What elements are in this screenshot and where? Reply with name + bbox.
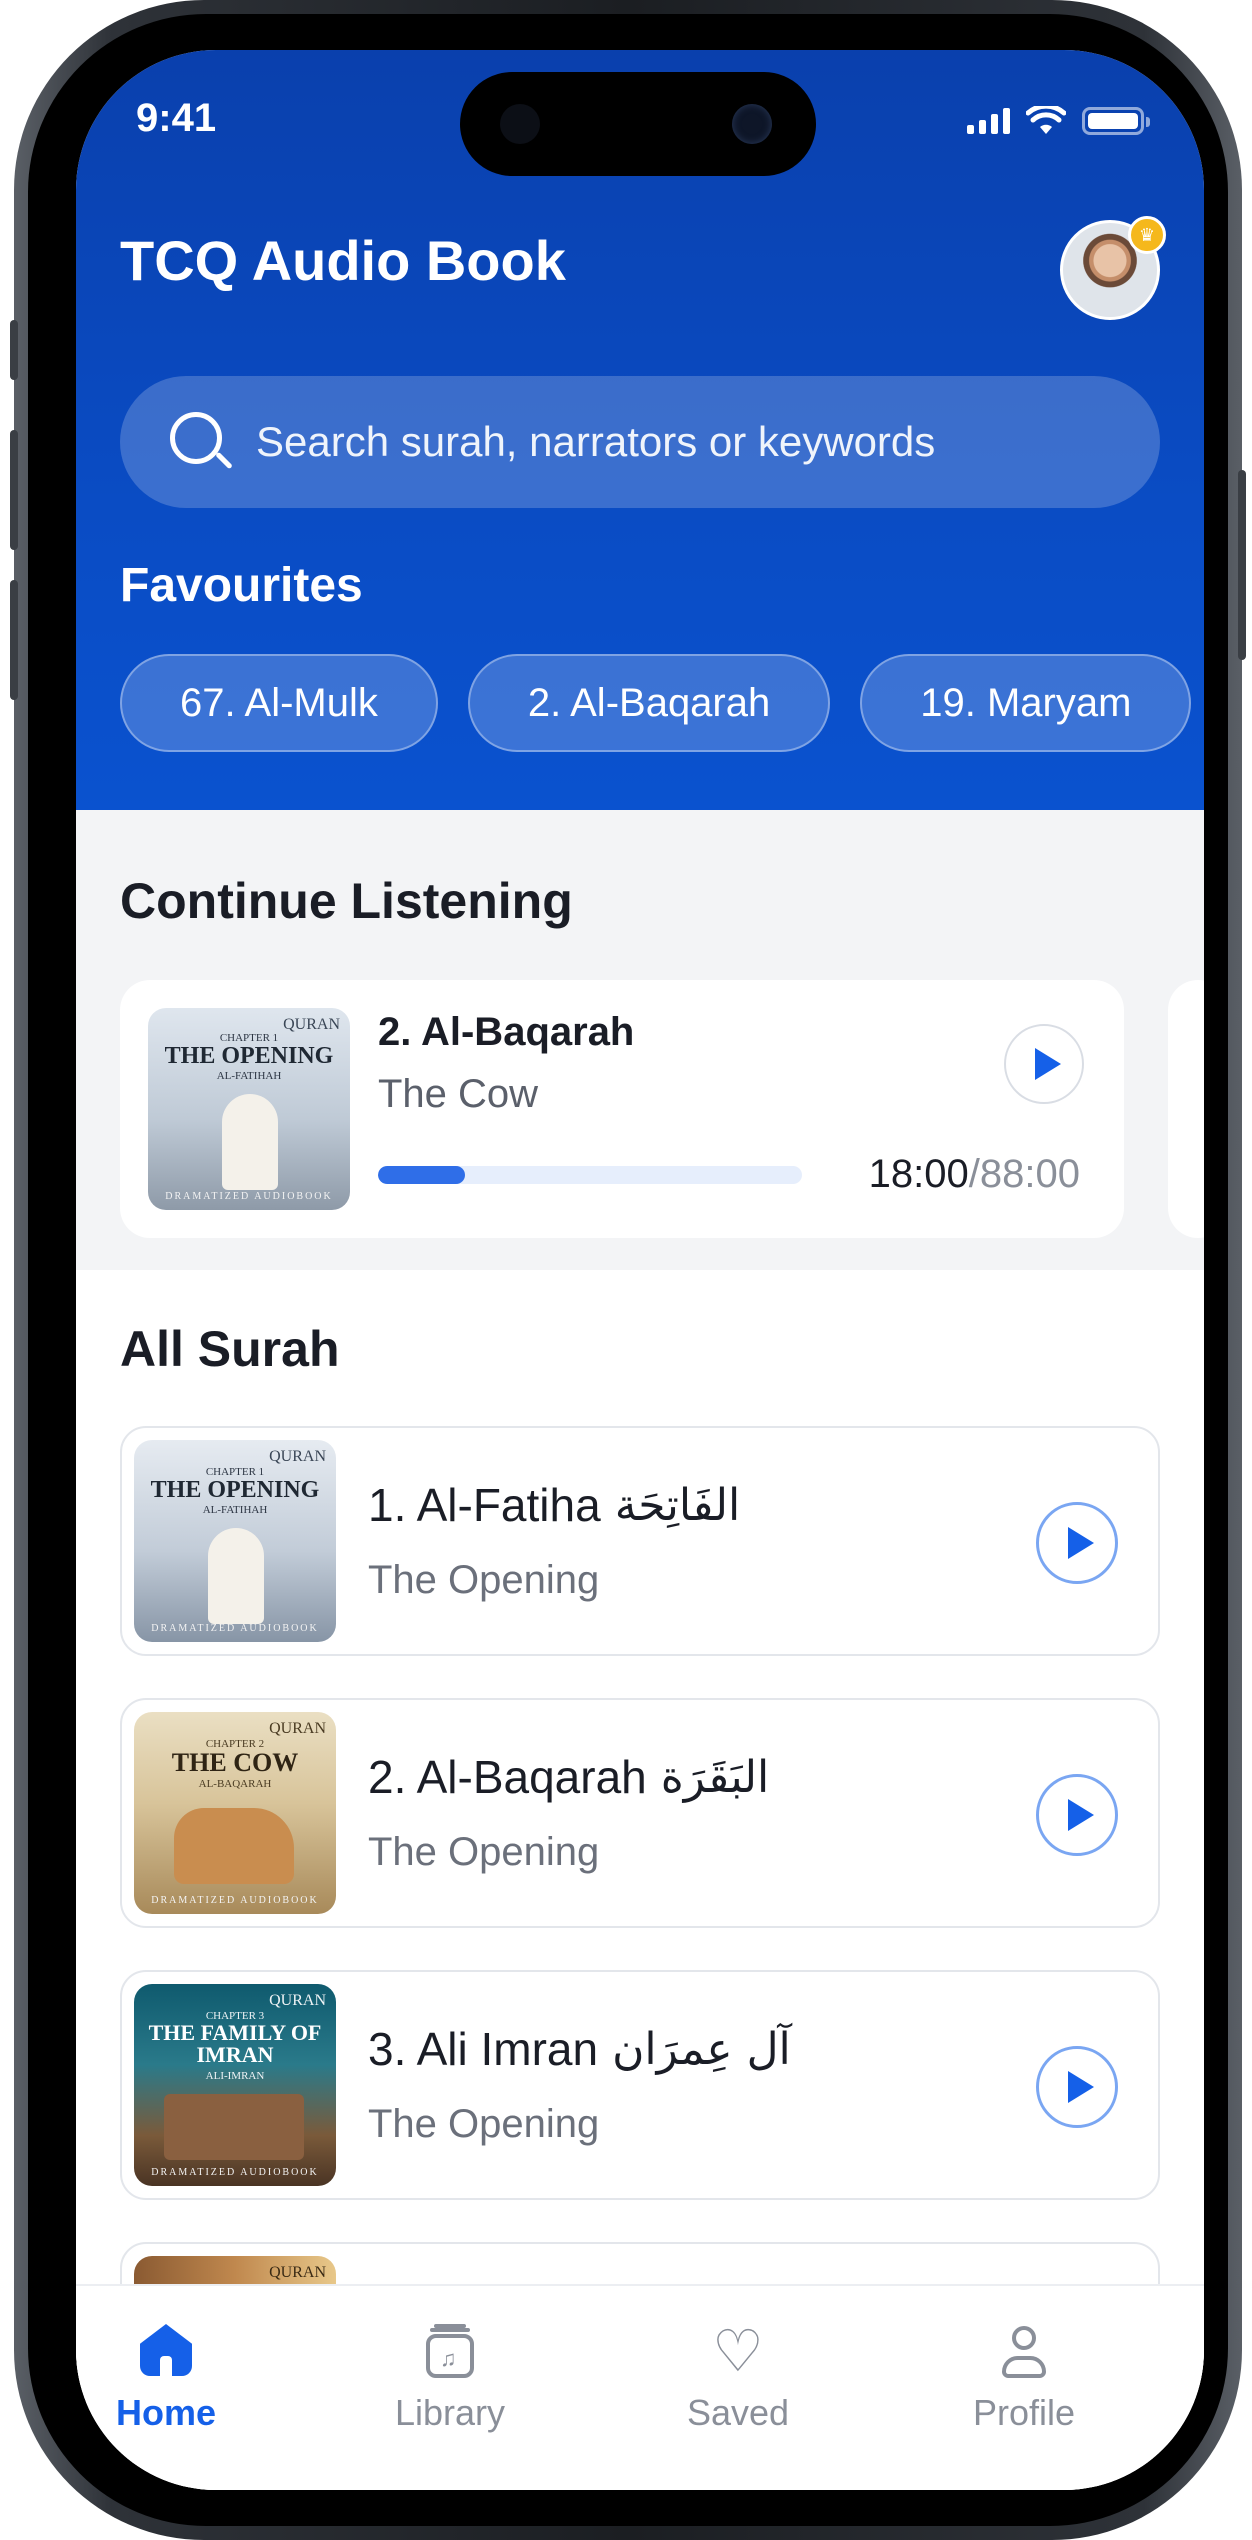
action-button xyxy=(10,320,18,380)
wifi-icon xyxy=(1026,106,1066,134)
battery-icon xyxy=(1082,107,1150,135)
surah-card[interactable]: QURAN CHAPTER 2 THE COW AL-BAQARAH DRAMA… xyxy=(120,1698,1160,1928)
track-subtitle: The Cow xyxy=(378,1072,539,1116)
heart-icon: ♡ xyxy=(712,2319,764,2384)
surah-name: 3. Ali Imran آل عِمرَان xyxy=(368,2023,791,2075)
power-button xyxy=(1238,470,1246,660)
nav-label: Library xyxy=(394,2392,506,2433)
continue-listening-card[interactable]: QURAN CHAPTER 1 THE OPENING AL-FATIHAH D… xyxy=(120,980,1124,1238)
status-time: 9:41 xyxy=(136,96,217,140)
phone-frame: 9:41 TCQ Audio Book ♛ Search surah, narr… xyxy=(10,0,1246,2540)
track-time: 18:00/88:00 xyxy=(868,1152,1080,1196)
dynamic-island xyxy=(460,72,816,176)
album-cover: QURAN CHAPTER 1 THE OPENING AL-FATIHAH D… xyxy=(134,1440,336,1642)
play-button[interactable] xyxy=(1004,1024,1084,1104)
play-button[interactable] xyxy=(1036,1502,1118,1584)
favourite-chip[interactable]: 2. Al-Baqarah xyxy=(467,654,831,752)
surah-card[interactable]: QURAN CHAPTER 1 THE OPENING AL-FATIHAH D… xyxy=(120,1426,1160,1656)
home-icon xyxy=(136,2322,196,2382)
sensor xyxy=(500,104,540,144)
crown-icon: ♛ xyxy=(1128,216,1166,254)
album-cover: QURAN CHAPTER 1 THE OPENING AL-FATIHAH D… xyxy=(148,1008,350,1210)
library-icon: ♫ xyxy=(420,2322,480,2382)
search-input[interactable] xyxy=(256,418,1076,466)
app-screen: 9:41 TCQ Audio Book ♛ Search surah, narr… xyxy=(76,50,1204,2490)
continue-listening-title: Continue Listening xyxy=(120,873,573,929)
surah-subtitle: The Opening xyxy=(368,1830,600,1874)
app-title: TCQ Audio Book xyxy=(120,229,566,292)
bottom-nav: Home ♫ Library ♡ Saved Profile xyxy=(76,2284,1204,2490)
nav-label: Saved xyxy=(686,2392,790,2433)
album-cover: QURAN CHAPTER 2 THE COW AL-BAQARAH DRAMA… xyxy=(134,1712,336,1914)
surah-name: 2. Al-Baqarah البَقَرَة xyxy=(368,1751,770,1803)
nav-home[interactable]: Home xyxy=(76,2322,256,2434)
signal-icon xyxy=(967,108,1010,134)
play-icon xyxy=(1068,2071,1094,2103)
surah-name: 1. Al-Fatiha الفَاتِحَة xyxy=(368,1479,741,1531)
nav-library[interactable]: ♫ Library xyxy=(360,2322,540,2434)
album-cover: QURAN CHAPTER 3 THE FAMILY OF IMRAN ALI-… xyxy=(134,1984,336,2186)
play-icon xyxy=(1068,1527,1094,1559)
volume-down-button xyxy=(10,580,18,700)
profile-icon xyxy=(994,2322,1054,2382)
play-icon xyxy=(1035,1048,1061,1080)
front-camera xyxy=(732,104,772,144)
favourite-chip[interactable]: 67. Al-Mulk xyxy=(120,654,438,752)
favourites-title: Favourites xyxy=(120,559,363,612)
continue-listening-section: Continue Listening QURAN CHAPTER 1 THE O… xyxy=(76,810,1204,1270)
user-avatar-button[interactable]: ♛ xyxy=(1060,216,1166,320)
play-button[interactable] xyxy=(1036,1774,1118,1856)
nav-profile[interactable]: Profile xyxy=(934,2322,1114,2434)
nav-label: Home xyxy=(115,2392,217,2433)
all-surah-title: All Surah xyxy=(120,1321,340,1377)
favourites-chips: 67. Al-Mulk 2. Al-Baqarah 19. Maryam xyxy=(120,654,1192,752)
play-button[interactable] xyxy=(1036,2046,1118,2128)
continue-listening-card-next[interactable] xyxy=(1168,980,1204,1238)
surah-subtitle: The Opening xyxy=(368,2102,600,2146)
nav-saved[interactable]: ♡ Saved xyxy=(648,2322,828,2434)
surah-subtitle: The Opening xyxy=(368,1558,600,1602)
nav-label: Profile xyxy=(972,2392,1076,2433)
header: 9:41 TCQ Audio Book ♛ Search surah, narr… xyxy=(76,50,1204,810)
status-icons xyxy=(967,106,1150,136)
surah-card[interactable]: QURAN CHAPTER 3 THE FAMILY OF IMRAN ALI-… xyxy=(120,1970,1160,2200)
search-icon xyxy=(170,412,233,472)
progress-bar[interactable] xyxy=(378,1166,802,1184)
search-bar[interactable] xyxy=(120,376,1160,508)
play-icon xyxy=(1068,1799,1094,1831)
favourite-chip[interactable]: 19. Maryam xyxy=(860,654,1192,752)
volume-up-button xyxy=(10,430,18,550)
track-name: 2. Al-Baqarah xyxy=(378,1010,635,1054)
